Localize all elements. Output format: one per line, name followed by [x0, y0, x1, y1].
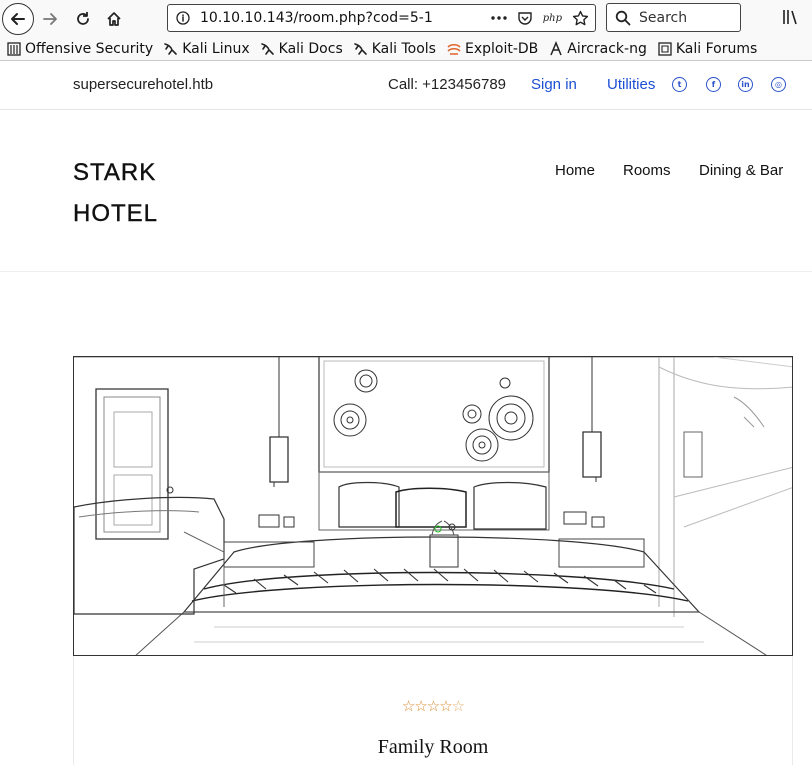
site-domain: supersecurehotel.htb [73, 76, 214, 93]
bookmark-exploit-db[interactable]: Exploit-DB [446, 41, 538, 57]
back-icon [11, 13, 25, 25]
forums-icon [657, 41, 673, 57]
star-filled-icon: ☆ [426, 697, 440, 715]
nav-home[interactable]: Home [555, 162, 595, 179]
twitter-icon[interactable]: t [672, 77, 687, 92]
star-filled-icon: ☆ [401, 697, 415, 715]
bookmark-label: Kali Docs [278, 40, 343, 57]
bookmark-offensive-security[interactable]: Offensive Security [6, 41, 153, 57]
forward-button[interactable] [34, 3, 66, 35]
reload-button[interactable] [67, 3, 99, 35]
address-bar[interactable]: 10.10.10.143/room.php?cod=5-1 php [167, 4, 596, 32]
reload-icon [77, 12, 89, 25]
bookmarks-toolbar: Offensive Security Kali Linux Kali Docs … [0, 37, 812, 61]
room-title: Family Room [377, 736, 489, 758]
kali-dragon-icon [353, 41, 369, 57]
bookmark-kali-linux[interactable]: Kali Linux [163, 40, 250, 57]
php-icon[interactable]: php [543, 13, 562, 24]
kali-dragon-icon [163, 41, 179, 57]
bookmark-label: Exploit-DB [464, 40, 539, 57]
star-filled-icon: ☆ [414, 697, 427, 715]
info-icon[interactable] [176, 11, 190, 25]
bookmark-label: Kali Tools [371, 40, 436, 57]
star-empty-icon: ☆ [451, 697, 465, 715]
browser-toolbar: 10.10.10.143/room.php?cod=5-1 php Search [0, 0, 812, 37]
bookmark-aircrack-ng[interactable]: Aircrack-ng [548, 41, 647, 57]
rating-stars: ☆☆☆☆☆ [74, 697, 792, 715]
exploitdb-icon [446, 41, 462, 57]
nav-rooms[interactable]: Rooms [623, 162, 671, 179]
bookmark-label: Kali Linux [182, 40, 250, 57]
library-icon[interactable] [782, 8, 798, 26]
search-icon [615, 10, 631, 25]
room-card: ☆☆☆☆☆ Family Room [73, 656, 793, 765]
bookmark-kali-docs[interactable]: Kali Docs [260, 41, 343, 57]
aircrack-icon [548, 40, 564, 57]
nav-dining-bar[interactable]: Dining & Bar [699, 162, 783, 179]
facebook-icon[interactable]: f [706, 77, 721, 92]
kali-dragon-icon [260, 41, 276, 57]
bookmark-kali-tools[interactable]: Kali Tools [353, 41, 436, 57]
star-filled-icon: ☆ [439, 697, 452, 715]
forward-icon [43, 13, 57, 25]
utilities-link[interactable]: Utilities [607, 76, 655, 93]
logo-line-2: HOTEL [73, 200, 159, 227]
back-button[interactable] [2, 3, 34, 35]
top-bar: supersecurehotel.htb Call: +123456789 Si… [0, 62, 812, 110]
bookmark-kali-forums[interactable]: Kali Forums [657, 41, 757, 57]
dribbble-icon[interactable]: ◎ [771, 77, 786, 92]
bookmark-label: Offensive Security [25, 40, 154, 57]
home-icon [107, 12, 121, 26]
offsec-icon [6, 41, 22, 57]
search-box[interactable]: Search [606, 3, 741, 32]
site-logo[interactable]: STARK HOTEL [73, 152, 158, 234]
logo-line-1: STARK [73, 159, 157, 186]
home-button[interactable] [98, 3, 130, 35]
bookmark-label: Aircrack-ng [567, 40, 647, 57]
more-icon[interactable] [491, 15, 507, 21]
site-header: STARK HOTEL Home Rooms Dining & Bar [0, 110, 812, 272]
search-input[interactable]: Search [639, 10, 687, 26]
pocket-icon[interactable] [517, 10, 533, 26]
bookmark-label: Kali Forums [675, 40, 758, 57]
bookmark-star-icon[interactable] [572, 10, 589, 27]
phone-number: Call: +123456789 [388, 76, 507, 93]
sign-in-link[interactable]: Sign in [531, 76, 577, 93]
linkedin-icon[interactable]: in [738, 77, 753, 92]
url-text[interactable]: 10.10.10.143/room.php?cod=5-1 [200, 10, 433, 26]
room-photo [73, 356, 793, 656]
